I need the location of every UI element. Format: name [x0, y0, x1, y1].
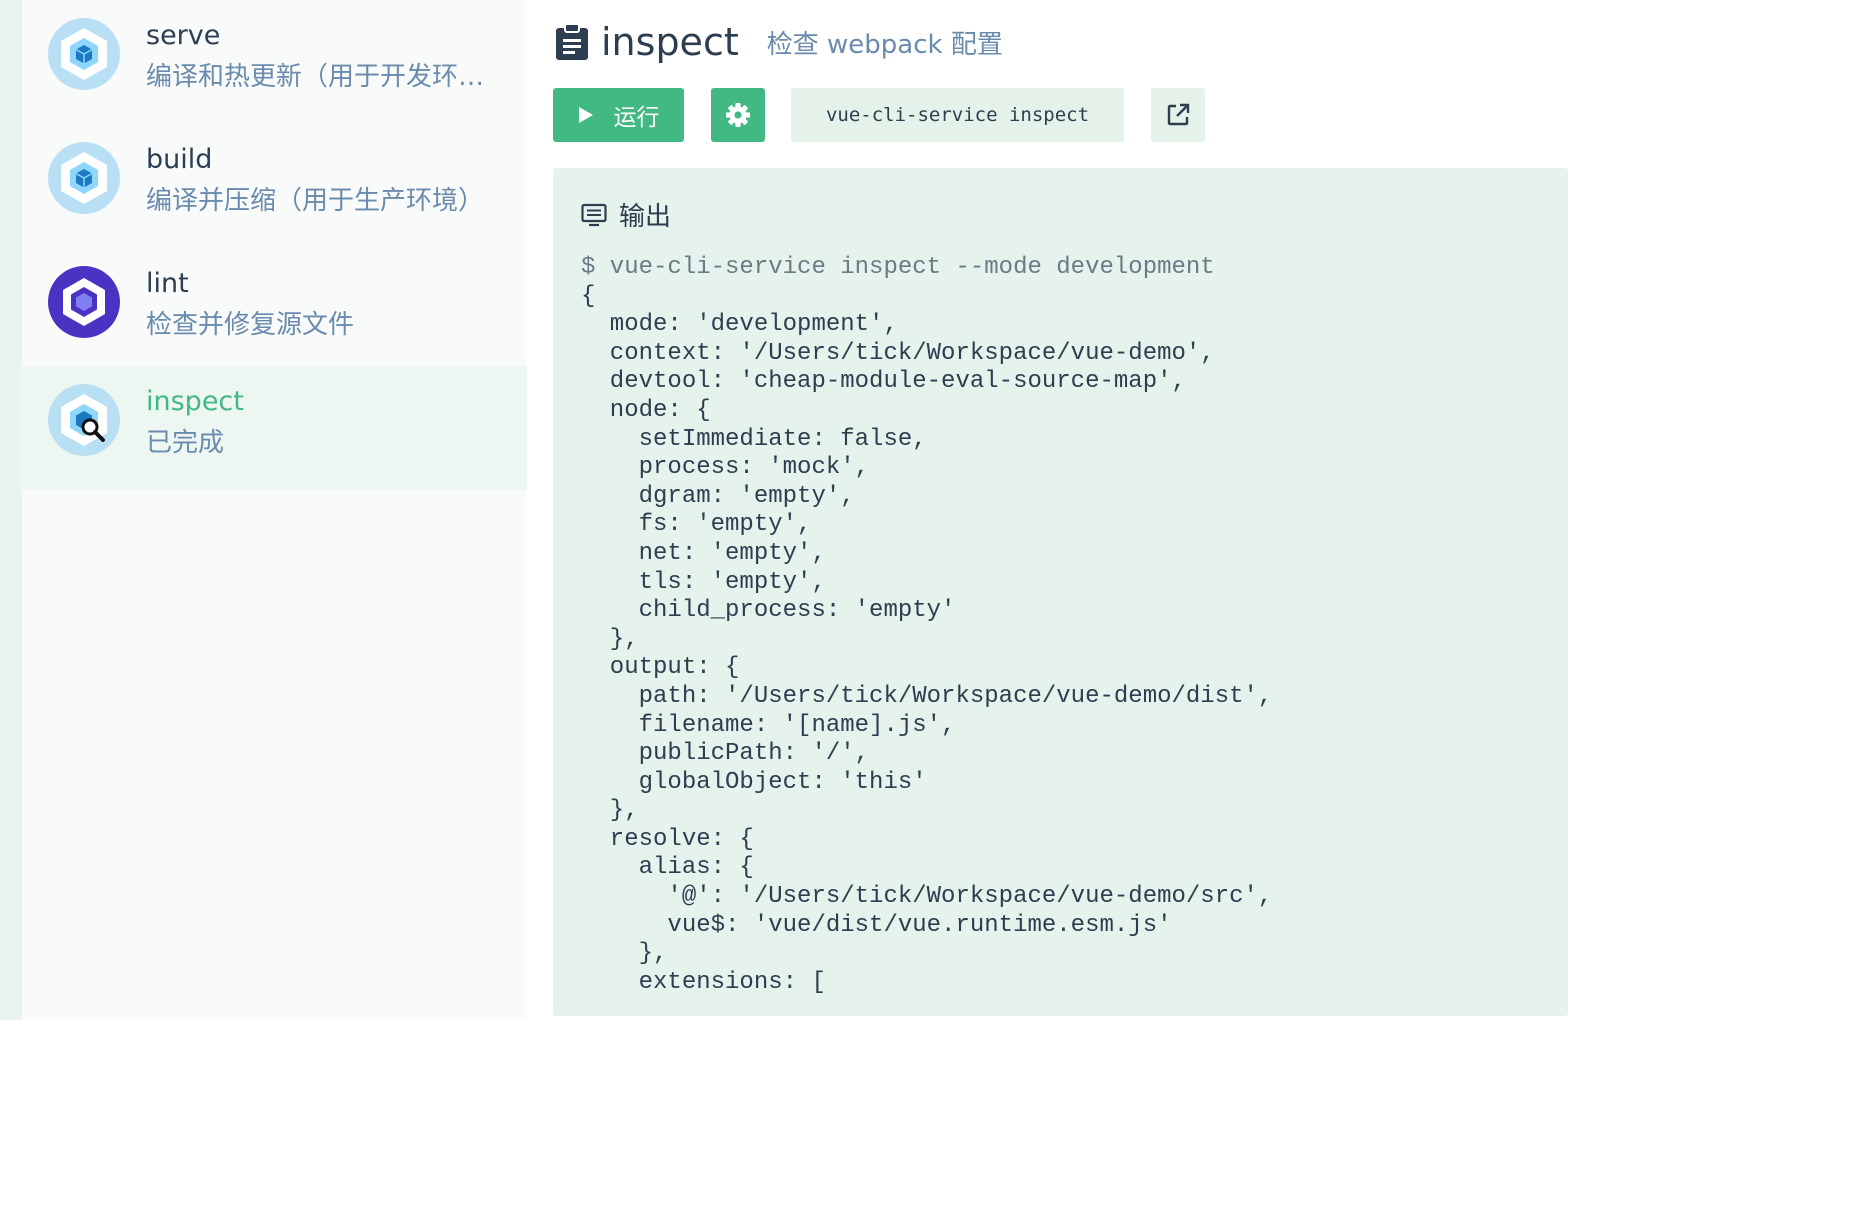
terminal-line: extensions: [: [581, 968, 826, 996]
terminal-line: globalObject: 'this': [581, 768, 927, 796]
terminal-line: },: [581, 940, 668, 968]
terminal-icon: [581, 203, 607, 226]
page-subtitle: 检查 webpack 配置: [766, 29, 1003, 60]
terminal-line: vue$: 'vue/dist/vue.runtime.esm.js': [581, 911, 1172, 939]
command-display[interactable]: vue-cli-service inspect: [791, 88, 1124, 142]
task-description: 检查并修复源文件: [146, 310, 355, 340]
terminal-line: context: '/Users/tick/Workspace/vue-demo…: [581, 339, 1215, 367]
task-toolbar: 运行 vue-cli-service inspect: [553, 88, 1205, 142]
terminal-line: tls: 'empty',: [581, 568, 826, 596]
terminal-line: },: [581, 625, 639, 653]
terminal-line: child_process: 'empty': [581, 597, 956, 625]
terminal-line: alias: {: [581, 854, 754, 882]
terminal-output[interactable]: $ vue-cli-service inspect --mode develop…: [581, 254, 1272, 997]
run-button[interactable]: 运行: [553, 88, 684, 142]
app-window: serve 编译和热更新（用于开发环境） build 编译并压缩（用于生产环境）: [0, 0, 1568, 1020]
terminal-line: mode: 'development',: [581, 311, 898, 339]
play-icon: [578, 107, 593, 123]
task-name: serve: [146, 20, 221, 51]
task-name: build: [146, 144, 213, 175]
task-description: 编译和热更新（用于开发环境）: [146, 62, 496, 92]
task-name: lint: [146, 268, 189, 299]
task-item-inspect[interactable]: inspect 已完成: [22, 366, 527, 490]
clipboard-icon: [556, 23, 588, 60]
terminal-line: fs: 'empty',: [581, 511, 812, 539]
terminal-line: },: [581, 797, 639, 825]
task-item-lint[interactable]: lint 检查并修复源文件: [22, 248, 527, 372]
terminal-line: dgram: 'empty',: [581, 482, 855, 510]
task-description: 已完成: [146, 428, 225, 458]
task-item-serve[interactable]: serve 编译和热更新（用于开发环境）: [22, 0, 527, 124]
terminal-line: publicPath: '/',: [581, 740, 870, 768]
settings-button[interactable]: [711, 88, 765, 142]
terminal-line: output: {: [581, 654, 740, 682]
page-header: inspect 检查 webpack 配置: [555, 14, 1003, 70]
open-in-new-button[interactable]: [1151, 88, 1205, 142]
terminal-line: {: [581, 282, 596, 310]
left-edge-strip: [0, 0, 22, 1020]
terminal-line: devtool: 'cheap-module-eval-source-map',: [581, 368, 1186, 396]
terminal-line: filename: '[name].js',: [581, 711, 956, 739]
terminal-line: '@': '/Users/tick/Workspace/vue-demo/src…: [581, 883, 1273, 911]
open-in-new-icon: [1167, 103, 1190, 126]
terminal-line: node: {: [581, 396, 711, 424]
webpack-cube-icon: [48, 18, 120, 90]
webpack-inspect-icon: [48, 384, 120, 456]
task-item-build[interactable]: build 编译并压缩（用于生产环境）: [22, 124, 527, 248]
task-name: inspect: [146, 386, 244, 417]
terminal-line: setImmediate: false,: [581, 425, 927, 453]
task-description: 编译并压缩（用于生产环境）: [146, 186, 485, 216]
run-button-label: 运行: [613, 105, 660, 131]
terminal-line: process: 'mock',: [581, 454, 870, 482]
terminal-line: net: 'empty',: [581, 539, 826, 567]
terminal-line: path: '/Users/tick/Workspace/vue-demo/di…: [581, 682, 1273, 710]
output-title: 输出: [619, 202, 672, 232]
task-detail-panel: inspect 检查 webpack 配置 运行 vue-cli-service…: [527, 0, 1568, 1020]
page-title: inspect: [601, 20, 739, 64]
task-sidebar: serve 编译和热更新（用于开发环境） build 编译并压缩（用于生产环境）: [22, 0, 527, 1020]
eslint-icon: [48, 266, 120, 338]
terminal-command-line: $ vue-cli-service inspect --mode develop…: [581, 254, 1215, 281]
output-header: 输出: [581, 196, 671, 233]
output-panel: 输出 $ vue-cli-service inspect --mode deve…: [553, 168, 1568, 1016]
terminal-line: resolve: {: [581, 825, 754, 853]
webpack-cube-icon: [48, 142, 120, 214]
gear-icon: [726, 103, 750, 127]
